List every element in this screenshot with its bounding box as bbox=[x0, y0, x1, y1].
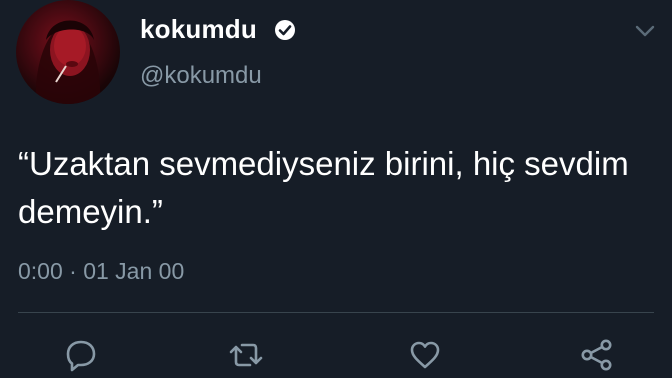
retweet-icon[interactable] bbox=[226, 338, 266, 372]
display-name[interactable]: kokumdu bbox=[140, 14, 257, 45]
share-icon[interactable] bbox=[580, 338, 614, 372]
timestamp[interactable]: 0:00 · 01 Jan 00 bbox=[18, 258, 184, 285]
tweet-text: “Uzaktan sevmediyseniz birini, hiç sevdi… bbox=[18, 145, 638, 230]
user-handle[interactable]: @kokumdu bbox=[140, 62, 262, 90]
verified-badge-icon bbox=[274, 19, 296, 41]
divider bbox=[18, 312, 654, 313]
tweet-card: kokumdu @kokumdu “Uzaktan sevmediyseniz … bbox=[0, 0, 672, 378]
chevron-down-icon[interactable] bbox=[634, 24, 656, 38]
avatar-image bbox=[35, 20, 101, 104]
heart-icon[interactable] bbox=[408, 338, 442, 372]
reply-icon[interactable] bbox=[64, 338, 98, 372]
avatar[interactable] bbox=[16, 0, 120, 104]
